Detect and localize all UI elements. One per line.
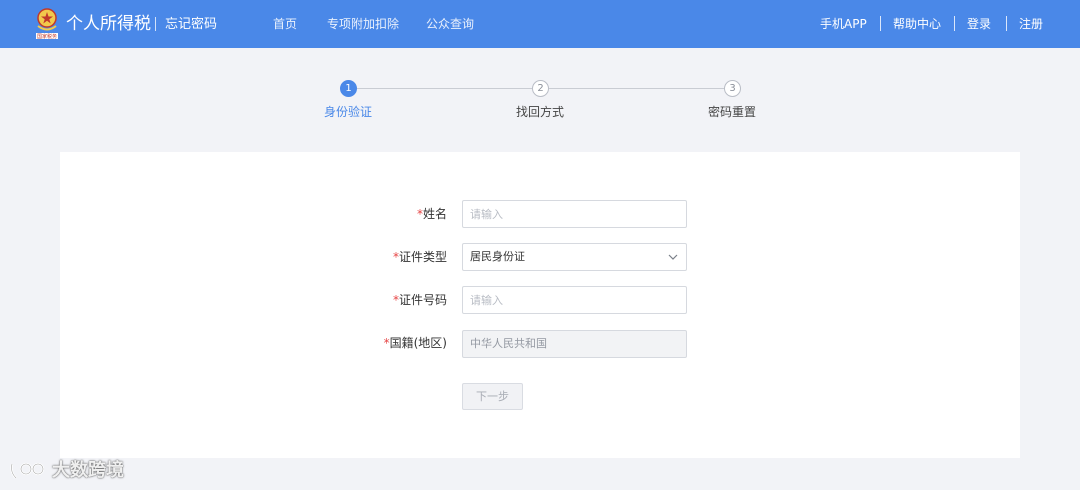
nav-special-deduction[interactable]: 专项附加扣除 <box>327 16 399 32</box>
step-1-indicator: 1 <box>340 80 357 97</box>
step-connector <box>357 88 532 89</box>
chevron-down-icon <box>668 254 678 260</box>
watermark-text: 大数跨境 <box>52 460 124 481</box>
id-number-label: *证件号码 <box>327 292 447 308</box>
id-type-label-text: 证件类型 <box>398 250 447 264</box>
watermark: 大数跨境 <box>8 458 124 484</box>
next-step-button[interactable]: 下一步 <box>462 383 523 410</box>
link-divider <box>954 16 955 31</box>
nationality-label-text: 国籍(地区) <box>389 336 447 350</box>
page-title: 忘记密码 <box>165 17 218 32</box>
nav-public-query[interactable]: 公众查询 <box>426 16 474 32</box>
id-type-select[interactable]: 居民身份证 <box>462 243 687 271</box>
id-number-label-text: 证件号码 <box>398 293 447 307</box>
step-connector <box>549 88 724 89</box>
brand-title: 个人所得税 <box>66 14 151 34</box>
watermark-logo-icon <box>10 462 45 479</box>
nav-home[interactable]: 首页 <box>273 16 297 32</box>
id-type-value: 居民身份证 <box>470 250 525 263</box>
tax-emblem-icon: 国家税务 <box>36 8 58 40</box>
name-input[interactable] <box>462 200 687 228</box>
emblem-caption: 国家税务 <box>37 33 57 40</box>
login-link[interactable]: 登录 <box>967 16 991 32</box>
step-2-label: 找回方式 <box>515 105 564 119</box>
name-label-text: 姓名 <box>422 207 447 221</box>
step-1-label: 身份验证 <box>323 105 372 119</box>
top-header: 国家税务 个人所得税 忘记密码 首页 专项附加扣除 公众查询 手机APP 帮助中… <box>0 0 1080 48</box>
mobile-app-link[interactable]: 手机APP <box>820 16 867 32</box>
step-3-label: 密码重置 <box>707 105 756 119</box>
link-divider <box>880 16 881 31</box>
name-label: *姓名 <box>327 206 447 222</box>
step-3-indicator: 3 <box>724 80 741 97</box>
id-type-label: *证件类型 <box>327 249 447 265</box>
link-divider <box>1006 16 1007 31</box>
help-center-link[interactable]: 帮助中心 <box>893 16 941 32</box>
nationality-field: 中华人民共和国 <box>462 330 687 358</box>
id-number-input[interactable] <box>462 286 687 314</box>
brand-divider <box>155 17 156 31</box>
nationality-label: *国籍(地区) <box>327 335 447 351</box>
register-link[interactable]: 注册 <box>1019 16 1043 32</box>
step-2-indicator: 2 <box>532 80 549 97</box>
